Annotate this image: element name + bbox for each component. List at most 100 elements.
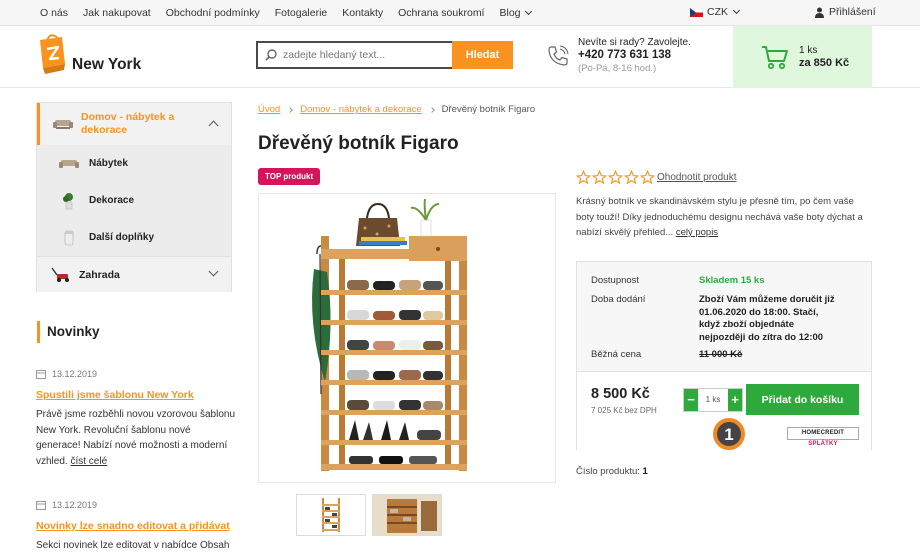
subcategory-dalsi-doplnky-label: Další doplňky bbox=[89, 232, 155, 243]
search-input[interactable] bbox=[283, 49, 443, 61]
star-outline-icon bbox=[576, 170, 591, 185]
news-body: Právě jsme rozběhli novou vzorovou šablo… bbox=[36, 409, 235, 467]
phone-hours: (Po-Pá, 8-16 hod.) bbox=[578, 63, 657, 74]
nav-jak-nakupovat[interactable]: Jak nakupovat bbox=[83, 7, 151, 19]
nav-fotogalerie[interactable]: Fotogalerie bbox=[275, 7, 328, 19]
news-heading: Novinky bbox=[37, 321, 100, 343]
nav-obchodni-podminky[interactable]: Obchodní podmínky bbox=[166, 7, 260, 19]
news-date: 13.12.2019 bbox=[52, 369, 98, 379]
nav-blog[interactable]: Blog bbox=[499, 7, 532, 19]
category-menu: Domov - nábytek a dekorace Nábytek Dekor… bbox=[36, 102, 232, 292]
lawnmower-icon bbox=[51, 267, 69, 282]
phone-icon bbox=[548, 45, 569, 66]
rate-product-link[interactable]: Ohodnotit produkt bbox=[657, 172, 737, 183]
sofa-icon bbox=[53, 120, 73, 129]
user-icon bbox=[815, 7, 824, 18]
category-zahrada-label: Zahrada bbox=[79, 268, 120, 281]
chevron-down-icon bbox=[524, 7, 532, 16]
sku-value: 1 bbox=[642, 466, 648, 477]
jar-icon bbox=[64, 230, 74, 245]
sofa-icon bbox=[59, 159, 79, 168]
chevron-right-icon bbox=[287, 106, 294, 113]
add-to-cart-button[interactable]: Přidat do košíku bbox=[746, 384, 859, 415]
star-outline-icon bbox=[608, 170, 623, 185]
delivery-value: Zboží Vám můžeme doručit již 01.06.2020 … bbox=[699, 294, 835, 343]
thumbnail-2[interactable] bbox=[372, 494, 442, 536]
regular-price: 11 000 Kč bbox=[699, 349, 743, 360]
currency-selector[interactable]: CZK bbox=[690, 6, 741, 18]
calendar-icon bbox=[36, 370, 46, 379]
phone-number[interactable]: +420 773 631 138 bbox=[578, 49, 691, 62]
full-description-link[interactable]: celý popis bbox=[676, 227, 718, 238]
subcategory-dekorace[interactable]: Dekorace bbox=[37, 182, 231, 219]
price-without-vat: 7 025 Kč bez DPH bbox=[591, 406, 657, 415]
top-bar: O nás Jak nakupovat Obchodní podmínky Fo… bbox=[0, 0, 920, 26]
shoe-rack-thumbnail bbox=[322, 498, 340, 532]
category-domov[interactable]: Domov - nábytek a dekorace bbox=[37, 103, 231, 145]
category-domov-label: Domov - nábytek a dekorace bbox=[81, 111, 175, 136]
product-price: 8 500 Kč bbox=[591, 386, 650, 402]
cart-total: za 850 Kč bbox=[799, 57, 850, 69]
star-outline-icon bbox=[592, 170, 607, 185]
news-title-link[interactable]: Novinky lze snadno editovat a přidávat bbox=[36, 520, 236, 532]
top-nav: O nás Jak nakupovat Obchodní podmínky Fo… bbox=[40, 0, 546, 26]
product-title: Dřevěný botník Figaro bbox=[258, 133, 459, 154]
callout-number: 1 bbox=[724, 425, 733, 444]
subcategory-dekorace-label: Dekorace bbox=[89, 195, 135, 206]
product-image[interactable] bbox=[258, 193, 556, 483]
delivery-label: Doba dodání bbox=[591, 294, 646, 305]
currency-label: CZK bbox=[707, 6, 728, 18]
star-outline-icon bbox=[640, 170, 655, 185]
shopping-bag-logo-icon bbox=[40, 34, 65, 74]
logo[interactable]: New York bbox=[34, 34, 141, 78]
news-title-link[interactable]: Spustili jsme šablonu New York bbox=[36, 389, 236, 401]
homecredit-installments-button[interactable]: HOMECREDIT SPLÁTKY bbox=[787, 427, 859, 447]
flag-icon bbox=[690, 7, 703, 17]
login-link[interactable]: Přihlášení bbox=[815, 6, 876, 18]
submenu: Nábytek Dekorace Další doplňky bbox=[37, 145, 231, 256]
subcategory-dalsi-doplnky[interactable]: Další doplňky bbox=[37, 219, 231, 256]
read-more-link[interactable]: číst celé bbox=[70, 456, 107, 467]
thumbnail-1[interactable] bbox=[296, 494, 366, 536]
breadcrumb-category[interactable]: Domov - nábytek a dekorace bbox=[300, 104, 421, 115]
star-rating[interactable] bbox=[576, 170, 655, 185]
quantity-increase-button[interactable]: + bbox=[728, 389, 742, 411]
nav-ochrana-soukromi[interactable]: Ochrana soukromí bbox=[398, 7, 484, 19]
news-item: 13.12.2019 Novinky lze snadno editovat a… bbox=[36, 500, 236, 554]
search-icon bbox=[265, 49, 277, 61]
sku-label: Číslo produktu: bbox=[576, 466, 640, 477]
breadcrumb-current: Dřevěný botník Figaro bbox=[441, 104, 536, 115]
category-zahrada[interactable]: Zahrada bbox=[37, 256, 231, 292]
quantity-input[interactable]: 1 ks bbox=[698, 389, 728, 411]
callout-marker: 1 bbox=[711, 416, 747, 452]
breadcrumb: Úvod Domov - nábytek a dekorace Dřevěný … bbox=[258, 104, 535, 115]
top-product-badge: TOP produkt bbox=[258, 168, 321, 185]
quantity-decrease-button[interactable]: − bbox=[684, 389, 698, 411]
search-button[interactable]: Hledat bbox=[452, 41, 513, 69]
product-description: Krásný botník ve skandinávském stylu je … bbox=[576, 196, 863, 238]
subcategory-nabytek-label: Nábytek bbox=[89, 158, 128, 169]
login-label: Přihlášení bbox=[829, 6, 876, 18]
phone-question: Nevíte si rady? Zavolejte. bbox=[578, 37, 691, 48]
nav-o-nas[interactable]: O nás bbox=[40, 7, 68, 19]
homecredit-label: HOMECREDIT bbox=[801, 430, 845, 436]
breadcrumb-home[interactable]: Úvod bbox=[258, 104, 280, 115]
nav-blog-label: Blog bbox=[499, 7, 521, 19]
search-field[interactable] bbox=[256, 41, 452, 69]
cart-icon bbox=[762, 46, 788, 70]
subcategory-nabytek[interactable]: Nábytek bbox=[37, 145, 231, 182]
availability-label: Dostupnost bbox=[591, 275, 640, 286]
chevron-up-icon[interactable] bbox=[208, 120, 219, 131]
logo-text: New York bbox=[72, 56, 142, 73]
chevron-down-icon bbox=[732, 6, 741, 14]
quantity-stepper: − 1 ks + bbox=[683, 388, 743, 412]
header: New York Hledat Nevíte si rady? Zavolejt… bbox=[0, 26, 920, 88]
phone-contact: Nevíte si rady? Zavolejte. +420 773 631 … bbox=[546, 36, 691, 75]
news-body: Sekci novinek lze editovat v nabídce Obs… bbox=[36, 540, 230, 551]
calendar-icon bbox=[36, 501, 46, 510]
chevron-down-icon[interactable] bbox=[208, 266, 219, 277]
cart-button[interactable]: 1 ks za 850 Kč bbox=[733, 26, 872, 88]
nav-kontakty[interactable]: Kontakty bbox=[342, 7, 383, 19]
star-outline-icon bbox=[624, 170, 639, 185]
shoe-rack-image bbox=[312, 198, 467, 471]
